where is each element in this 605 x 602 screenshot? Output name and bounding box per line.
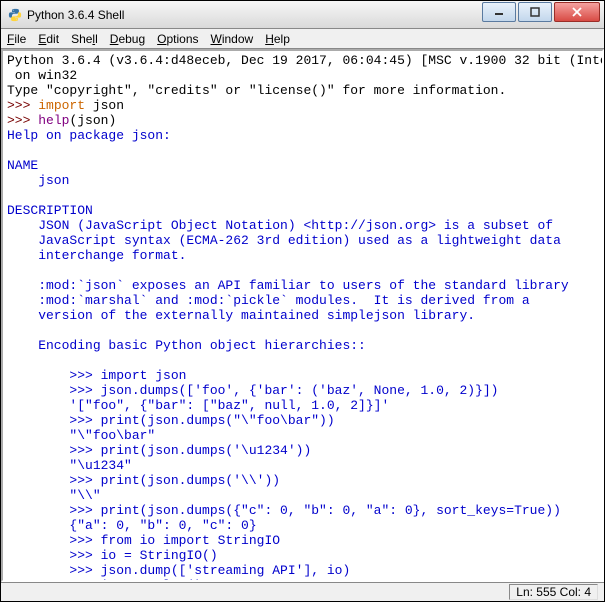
- help-text: "\\": [7, 488, 101, 503]
- menu-shell[interactable]: Shell: [71, 32, 98, 46]
- help-text: Help on package json:: [7, 128, 171, 143]
- keyword-import: import: [38, 98, 85, 113]
- maximize-button[interactable]: [518, 2, 552, 22]
- shell-output[interactable]: Python 3.6.4 (v3.6.4:d48eceb, Dec 19 201…: [1, 49, 604, 582]
- help-text: >>> from io import StringIO: [7, 533, 280, 548]
- menu-help[interactable]: Help: [265, 32, 290, 46]
- help-text: DESCRIPTION: [7, 203, 93, 218]
- help-text: >>> io = StringIO(): [7, 548, 218, 563]
- help-text: NAME: [7, 158, 38, 173]
- python-icon: [7, 7, 23, 23]
- help-text: :mod:`marshal` and :mod:`pickle` modules…: [7, 293, 530, 308]
- help-text: >>> print(json.dumps("\"foo\bar")): [7, 413, 335, 428]
- menu-window[interactable]: Window: [211, 32, 254, 46]
- help-text: >>> print(json.dumps({"c": 0, "b": 0, "a…: [7, 503, 561, 518]
- help-text: version of the externally maintained sim…: [7, 308, 475, 323]
- minimize-button[interactable]: [482, 2, 516, 22]
- help-text: >>> import json: [7, 368, 186, 383]
- help-text: JavaScript syntax (ECMA-262 3rd edition)…: [7, 233, 561, 248]
- help-text: {"a": 0, "b": 0, "c": 0}: [7, 518, 257, 533]
- banner-line: Type "copyright", "credits" or "license(…: [7, 83, 506, 98]
- help-text: :mod:`json` exposes an API familiar to u…: [7, 278, 569, 293]
- help-text: "\u1234": [7, 458, 132, 473]
- call-args: (json): [69, 113, 116, 128]
- module-name: json: [85, 98, 124, 113]
- help-text: >>> print(json.dumps('\\')): [7, 473, 280, 488]
- menu-options[interactable]: Options: [157, 32, 198, 46]
- close-button[interactable]: [554, 2, 600, 22]
- help-text: >>> json.dump(['streaming API'], io): [7, 563, 350, 578]
- window-title: Python 3.6.4 Shell: [27, 8, 482, 22]
- menu-file[interactable]: File: [7, 32, 26, 46]
- cursor-position: Ln: 555 Col: 4: [509, 584, 598, 600]
- help-text: >>> json.dumps(['foo', {'bar': ('baz', N…: [7, 383, 498, 398]
- help-text: json: [7, 173, 69, 188]
- banner-line: Python 3.6.4 (v3.6.4:d48eceb, Dec 19 201…: [7, 53, 604, 68]
- builtin-help: help: [38, 113, 69, 128]
- menu-debug[interactable]: Debug: [110, 32, 145, 46]
- menu-bar: File Edit Shell Debug Options Window Hel…: [1, 29, 604, 49]
- help-text: '["foo", {"bar": ["baz", null, 1.0, 2]}]…: [7, 398, 389, 413]
- help-text: Encoding basic Python object hierarchies…: [7, 338, 366, 353]
- menu-edit[interactable]: Edit: [38, 32, 59, 46]
- help-text: "\"foo\bar": [7, 428, 155, 443]
- window-controls: [482, 1, 604, 28]
- banner-line: on win32: [7, 68, 77, 83]
- help-text: >>> print(json.dumps('\u1234')): [7, 443, 311, 458]
- prompt: >>>: [7, 98, 38, 113]
- title-bar: Python 3.6.4 Shell: [1, 1, 604, 29]
- prompt: >>>: [7, 113, 38, 128]
- help-text: JSON (JavaScript Object Notation) <http:…: [7, 218, 553, 233]
- help-text: interchange format.: [7, 248, 186, 263]
- status-bar: Ln: 555 Col: 4: [1, 582, 604, 601]
